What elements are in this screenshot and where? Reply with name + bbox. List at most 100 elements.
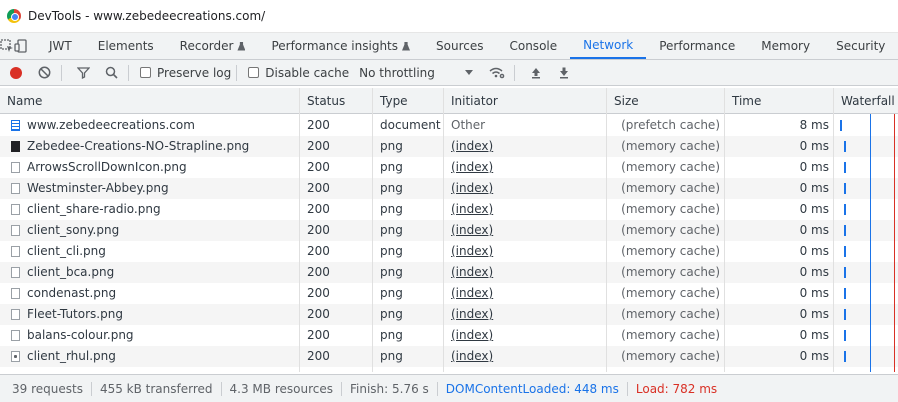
- waterfall-bar[interactable]: [844, 288, 846, 299]
- request-name-cell[interactable]: client_bca.png: [0, 262, 300, 283]
- request-initiator[interactable]: (index): [444, 283, 607, 304]
- request-name-cell[interactable]: client_cli.png: [0, 241, 300, 262]
- request-initiator[interactable]: (index): [444, 262, 607, 283]
- dom-content-loaded-marker: [870, 114, 871, 372]
- initiator-link[interactable]: (index): [451, 244, 493, 258]
- table-row[interactable]: client_sony.png 200 png (index) (memory cach…: [0, 220, 898, 241]
- waterfall-bar[interactable]: [844, 183, 846, 194]
- table-row[interactable]: client_bca.png 200 png (index) (memory cache…: [0, 262, 898, 283]
- request-name-cell[interactable]: Zebedee-Creations-NO-Strapline.png: [0, 136, 300, 157]
- request-initiator[interactable]: (index): [444, 346, 607, 367]
- request-name-cell[interactable]: condenast.png: [0, 283, 300, 304]
- export-har-button[interactable]: [552, 61, 576, 85]
- initiator-link[interactable]: (index): [451, 349, 493, 363]
- request-initiator[interactable]: (index): [444, 304, 607, 325]
- tab-security[interactable]: Security: [823, 33, 898, 59]
- tab-recorder[interactable]: Recorder: [167, 33, 259, 59]
- column-header-waterfall[interactable]: Waterfall: [834, 88, 898, 114]
- table-row[interactable]: condenast.png 200 png (index) (memory cache)…: [0, 283, 898, 304]
- column-header-name[interactable]: Name: [0, 88, 300, 114]
- column-header-time[interactable]: Time: [725, 88, 834, 114]
- initiator-link[interactable]: (index): [451, 286, 493, 300]
- device-toolbar-icon[interactable]: [14, 33, 28, 59]
- column-header-status[interactable]: Status: [300, 88, 373, 114]
- initiator-link[interactable]: (index): [451, 307, 493, 321]
- preserve-log-checkbox[interactable]: Preserve log: [140, 66, 231, 80]
- request-initiator[interactable]: (index): [444, 220, 607, 241]
- table-row[interactable]: client_cli.png 200 png (index) (memory cache…: [0, 241, 898, 262]
- request-initiator[interactable]: (index): [444, 178, 607, 199]
- request-name-cell[interactable]: client_rhul.png: [0, 346, 300, 367]
- tab-console[interactable]: Console: [496, 33, 570, 59]
- inspect-element-icon[interactable]: [0, 33, 14, 59]
- tab-performance-insights[interactable]: Performance insights: [258, 33, 423, 59]
- tab-label: Performance: [659, 39, 736, 53]
- waterfall-bar[interactable]: [844, 351, 846, 362]
- tab-memory[interactable]: Memory: [748, 33, 823, 59]
- toolbar-separator: [236, 64, 238, 81]
- request-name: client_rhul.png: [27, 349, 116, 363]
- request-name-cell[interactable]: client_sony.png: [0, 220, 300, 241]
- request-initiator[interactable]: (index): [444, 241, 607, 262]
- request-name-cell[interactable]: Westminster-Abbey.png: [0, 178, 300, 199]
- request-name-cell[interactable]: Fleet-Tutors.png: [0, 304, 300, 325]
- waterfall-bar[interactable]: [844, 225, 846, 236]
- initiator-link[interactable]: (index): [451, 160, 493, 174]
- request-name-cell[interactable]: client_share-radio.png: [0, 199, 300, 220]
- request-name: balans-colour.png: [27, 328, 134, 342]
- table-row[interactable]: balans-colour.png 200 png (index) (memory ca…: [0, 325, 898, 346]
- request-name-cell[interactable]: balans-colour.png: [0, 325, 300, 346]
- tab-jwt[interactable]: JWT: [36, 33, 85, 59]
- column-header-type[interactable]: Type: [373, 88, 444, 114]
- initiator-link[interactable]: (index): [451, 139, 493, 153]
- waterfall-bar[interactable]: [844, 246, 846, 257]
- initiator-link[interactable]: (index): [451, 265, 493, 279]
- record-button[interactable]: [4, 61, 28, 85]
- network-conditions-button[interactable]: [485, 61, 509, 85]
- table-row[interactable]: client_rhul.png 200 png (index) (memory cach…: [0, 346, 898, 367]
- request-type: png: [380, 265, 403, 279]
- request-name-cell[interactable]: www.zebedeecreations.com: [0, 115, 300, 136]
- waterfall-bar[interactable]: [844, 309, 846, 320]
- table-row[interactable]: Fleet-Tutors.png 200 png (index) (memory cac…: [0, 304, 898, 325]
- waterfall-bar[interactable]: [844, 204, 846, 215]
- throttling-select[interactable]: No throttling: [359, 66, 473, 80]
- clear-button[interactable]: [32, 61, 56, 85]
- column-header-size[interactable]: Size: [607, 88, 725, 114]
- table-row[interactable]: Westminster-Abbey.png 200 png (index) (memor…: [0, 178, 898, 199]
- initiator-link[interactable]: (index): [451, 223, 493, 237]
- request-initiator[interactable]: (index): [444, 199, 607, 220]
- initiator-link[interactable]: (index): [451, 181, 493, 195]
- request-initiator[interactable]: (index): [444, 136, 607, 157]
- column-header-initiator[interactable]: Initiator: [444, 88, 607, 114]
- table-row[interactable]: Zebedee-Creations-NO-Strapline.png 200 png…: [0, 136, 898, 157]
- tab-performance[interactable]: Performance: [646, 33, 748, 59]
- waterfall-bar[interactable]: [844, 141, 846, 152]
- waterfall-bar[interactable]: [840, 120, 842, 131]
- search-button[interactable]: [99, 61, 123, 85]
- disable-cache-box[interactable]: [248, 67, 260, 78]
- waterfall-bar[interactable]: [844, 267, 846, 278]
- table-row[interactable]: www.zebedeecreations.com 200 document Other…: [0, 115, 898, 136]
- request-type: png: [380, 139, 403, 153]
- disable-cache-checkbox[interactable]: Disable cache: [248, 66, 349, 80]
- preserve-log-box[interactable]: [140, 67, 151, 78]
- request-initiator[interactable]: (index): [444, 325, 607, 346]
- table-row[interactable]: client_share-radio.png 200 png (index) (memo…: [0, 199, 898, 220]
- request-name-cell[interactable]: ArrowsScrollDownIcon.png: [0, 157, 300, 178]
- table-row[interactable]: ArrowsScrollDownIcon.png 200 png (index) (me…: [0, 157, 898, 178]
- request-type: document: [380, 118, 441, 132]
- tab-elements[interactable]: Elements: [85, 33, 167, 59]
- initiator-link[interactable]: (index): [451, 328, 493, 342]
- initiator-link[interactable]: (index): [451, 202, 493, 216]
- tab-network[interactable]: Network: [570, 33, 647, 59]
- tab-label: Console: [509, 39, 558, 53]
- waterfall-bar[interactable]: [844, 162, 846, 173]
- import-har-button[interactable]: [524, 61, 548, 85]
- tab-sources[interactable]: Sources: [423, 33, 496, 59]
- network-toolbar: Preserve log Disable cache No throttling: [0, 60, 898, 86]
- request-initiator[interactable]: (index): [444, 157, 607, 178]
- waterfall-bar[interactable]: [844, 330, 846, 341]
- filter-button[interactable]: [71, 61, 95, 85]
- request-name: condenast.png: [27, 286, 117, 300]
